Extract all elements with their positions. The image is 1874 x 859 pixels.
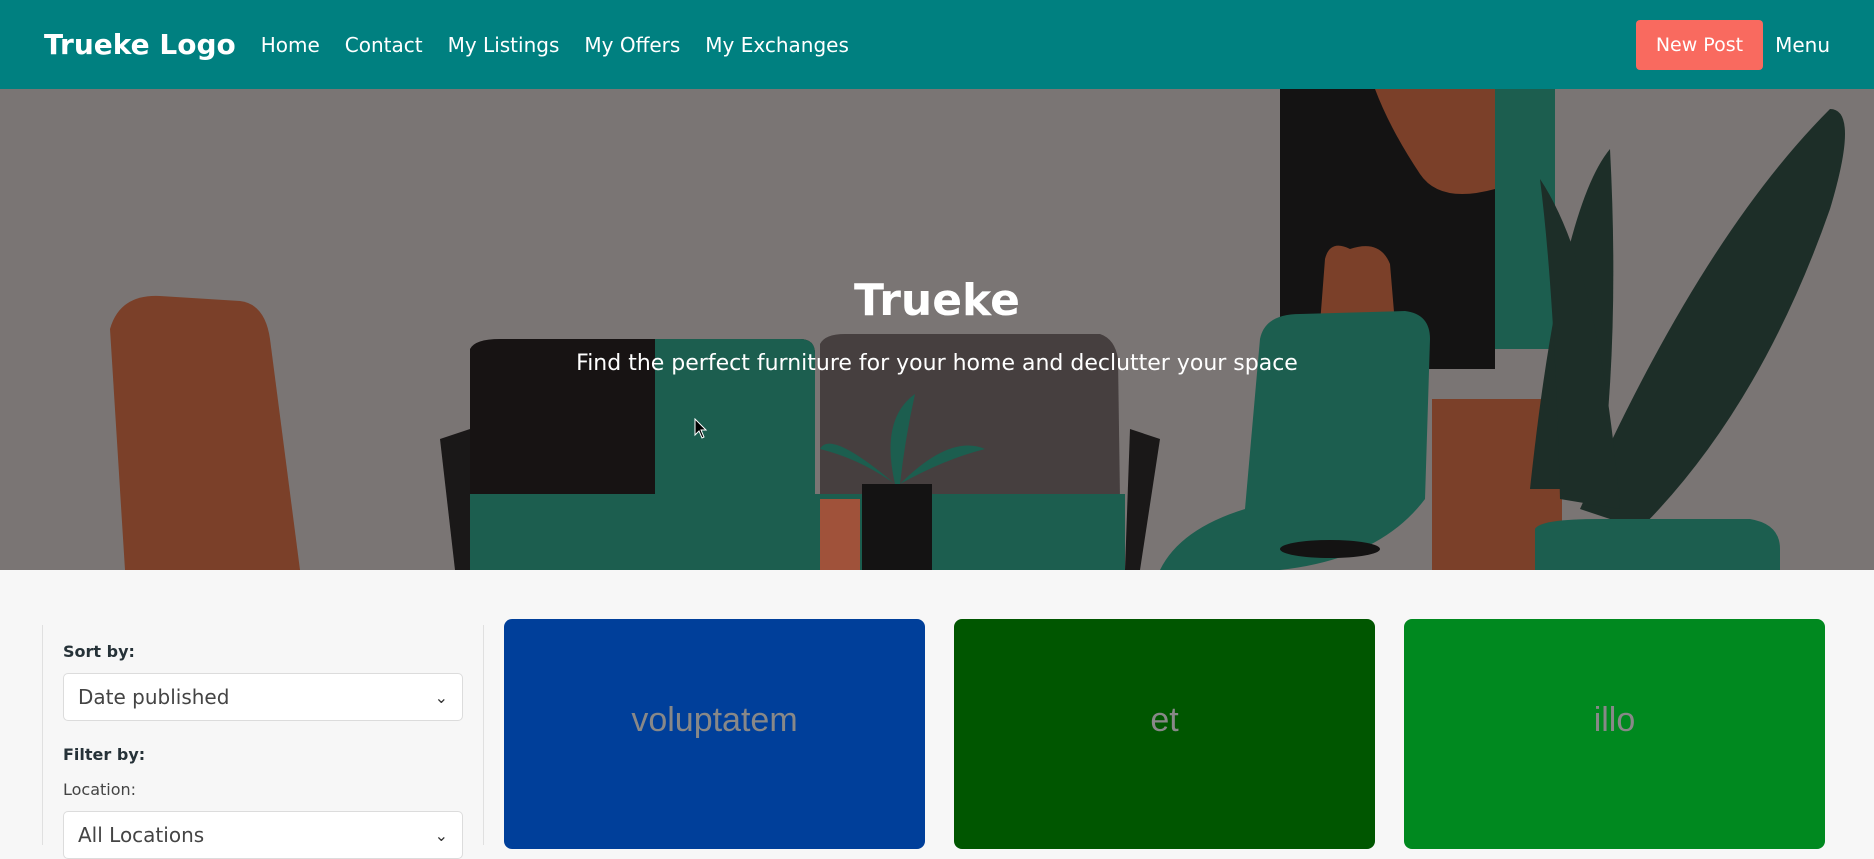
location-select[interactable]: All Locations ⌄ bbox=[63, 811, 463, 859]
listing-card[interactable]: et bbox=[954, 619, 1375, 849]
hero-illustration bbox=[0, 89, 1874, 570]
nav-link-my-listings[interactable]: My Listings bbox=[448, 33, 560, 57]
location-select-value: All Locations bbox=[78, 823, 205, 847]
sort-select[interactable]: Date published ⌄ bbox=[63, 673, 463, 721]
hero-subtitle: Find the perfect furniture for your home… bbox=[576, 351, 1298, 376]
mouse-cursor-icon bbox=[694, 418, 708, 439]
hero-title: Trueke bbox=[854, 275, 1020, 326]
listing-card-title: et bbox=[1150, 700, 1179, 739]
filter-sidebar: Sort by: Date published ⌄ Filter by: Loc… bbox=[42, 625, 484, 859]
new-post-button[interactable]: New Post bbox=[1635, 19, 1764, 70]
sort-label: Sort by: bbox=[63, 642, 135, 661]
listing-card[interactable]: illo bbox=[1404, 619, 1825, 849]
nav-actions: New Post Menu bbox=[1635, 19, 1830, 70]
nav-links: Home Contact My Listings My Offers My Ex… bbox=[261, 33, 849, 57]
listing-card-title: voluptatem bbox=[631, 700, 798, 739]
menu-button[interactable]: Menu bbox=[1775, 33, 1830, 57]
filter-label: Filter by: bbox=[63, 745, 146, 764]
site-logo[interactable]: Trueke Logo bbox=[44, 28, 236, 61]
chevron-down-icon: ⌄ bbox=[434, 825, 448, 845]
listing-card[interactable]: voluptatem bbox=[504, 619, 925, 849]
hero-banner: Trueke Find the perfect furniture for yo… bbox=[0, 89, 1874, 570]
nav-link-my-exchanges[interactable]: My Exchanges bbox=[705, 33, 849, 57]
chevron-down-icon: ⌄ bbox=[434, 687, 448, 707]
nav-link-contact[interactable]: Contact bbox=[345, 33, 423, 57]
nav-link-home[interactable]: Home bbox=[261, 33, 320, 57]
location-label: Location: bbox=[63, 780, 137, 799]
listing-card-title: illo bbox=[1593, 700, 1636, 739]
nav-link-my-offers[interactable]: My Offers bbox=[584, 33, 680, 57]
top-navbar: Trueke Logo Home Contact My Listings My … bbox=[0, 0, 1874, 89]
sort-select-value: Date published bbox=[78, 685, 230, 709]
